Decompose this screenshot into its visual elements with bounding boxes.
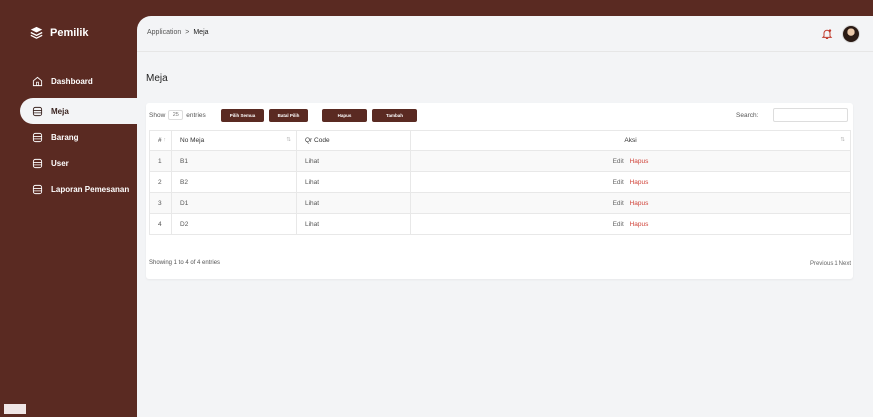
page-1-button[interactable]: 1 xyxy=(834,261,837,267)
meja-table: # ↑ No Meja ⇅ Qr Code Aksi ⇅ 1 B1 Lihat … xyxy=(149,130,851,235)
cell-aksi: Edit Hapus xyxy=(410,150,851,172)
previous-button[interactable]: Previous xyxy=(810,261,833,267)
page-length-control: Show 25 entries xyxy=(149,110,206,120)
page-title: Meja xyxy=(146,73,168,84)
main-content: Application > Meja Meja Show 25 entries … xyxy=(137,16,873,417)
entries-label: entries xyxy=(186,111,206,119)
cell-qr-link[interactable]: Lihat xyxy=(296,192,411,214)
column-header-no-meja[interactable]: No Meja ⇅ xyxy=(171,130,297,151)
entries-select[interactable]: 25 xyxy=(168,110,184,120)
table-card: Show 25 entries Pilih Semua Batal Pilih … xyxy=(146,103,853,279)
table-row: 3 D1 Lihat Edit Hapus xyxy=(149,192,851,214)
table-row: 4 D2 Lihat Edit Hapus xyxy=(149,213,851,235)
sort-asc-icon: ↑ xyxy=(163,137,166,143)
cell-number: 1 xyxy=(149,150,172,172)
breadcrumb: Application > Meja xyxy=(147,29,209,36)
table-header-row: # ↑ No Meja ⇅ Qr Code Aksi ⇅ xyxy=(149,130,851,151)
cell-no-meja: D1 xyxy=(171,192,297,214)
database-icon xyxy=(32,184,43,194)
edit-link[interactable]: Edit xyxy=(613,179,624,186)
sidebar-item-dashboard[interactable]: Dashboard xyxy=(0,68,137,94)
sidebar-item-label: User xyxy=(51,158,69,168)
sidebar-item-barang[interactable]: Barang xyxy=(0,124,137,150)
hapus-link[interactable]: Hapus xyxy=(630,179,649,186)
batal-pilih-button[interactable]: Batal Pilih xyxy=(269,109,308,122)
table-row: 1 B1 Lihat Edit Hapus xyxy=(149,150,851,172)
table-row: 2 B2 Lihat Edit Hapus xyxy=(149,171,851,193)
cell-number: 2 xyxy=(149,171,172,193)
top-strip xyxy=(0,0,873,10)
corner-badge xyxy=(4,404,26,414)
sidebar-item-meja[interactable]: Meja xyxy=(20,98,137,124)
column-header-number[interactable]: # ↑ xyxy=(149,130,172,151)
pilih-semua-button[interactable]: Pilih Semua xyxy=(221,109,264,122)
edit-link[interactable]: Edit xyxy=(613,221,624,228)
hapus-button[interactable]: Hapus xyxy=(322,109,367,122)
column-label: Aksi xyxy=(624,137,637,144)
sort-icon: ⇅ xyxy=(840,137,845,143)
cell-number: 3 xyxy=(149,192,172,214)
home-icon xyxy=(32,76,43,86)
cell-no-meja: B2 xyxy=(171,171,297,193)
sidebar-item-label: Dashboard xyxy=(51,76,93,86)
database-icon xyxy=(32,158,43,168)
show-label: Show xyxy=(149,111,166,119)
cell-number: 4 xyxy=(149,213,172,235)
sidebar-nav: Dashboard Meja Barang User Laporan Pemes… xyxy=(0,68,137,202)
database-icon xyxy=(32,106,43,116)
table-controls: Show 25 entries Pilih Semua Batal Pilih … xyxy=(146,103,853,129)
hapus-link[interactable]: Hapus xyxy=(630,221,649,228)
cell-aksi: Edit Hapus xyxy=(410,213,851,235)
next-button[interactable]: Next xyxy=(839,261,851,267)
hapus-link[interactable]: Hapus xyxy=(630,158,649,165)
cell-qr-link[interactable]: Lihat xyxy=(296,213,411,235)
bell-icon[interactable] xyxy=(821,28,833,40)
breadcrumb-separator: > xyxy=(185,29,190,36)
tambah-button[interactable]: Tambah xyxy=(372,109,417,122)
sidebar-item-user[interactable]: User xyxy=(0,150,137,176)
column-label: Qr Code xyxy=(305,137,330,144)
sidebar: Pemilik Dashboard Meja Barang User Lapor… xyxy=(0,10,137,417)
cell-no-meja: B1 xyxy=(171,150,297,172)
breadcrumb-current: Meja xyxy=(193,29,209,36)
sidebar-item-label: Meja xyxy=(51,106,69,116)
top-header: Application > Meja xyxy=(137,16,873,52)
column-label: # xyxy=(158,137,162,144)
edit-link[interactable]: Edit xyxy=(613,158,624,165)
brand[interactable]: Pemilik xyxy=(30,26,89,39)
hapus-link[interactable]: Hapus xyxy=(630,200,649,207)
sort-icon: ⇅ xyxy=(286,137,291,143)
search-label: Search: xyxy=(736,112,759,119)
database-icon xyxy=(32,132,43,142)
sidebar-item-label: Laporan Pemesanan xyxy=(51,184,130,194)
avatar[interactable] xyxy=(842,25,860,43)
column-header-aksi[interactable]: Aksi ⇅ xyxy=(410,130,851,151)
column-label: No Meja xyxy=(180,137,205,144)
search-input[interactable] xyxy=(773,108,848,122)
cell-aksi: Edit Hapus xyxy=(410,171,851,193)
sidebar-item-laporan-pemesanan[interactable]: Laporan Pemesanan xyxy=(0,176,137,202)
cell-qr-link[interactable]: Lihat xyxy=(296,150,411,172)
cell-qr-link[interactable]: Lihat xyxy=(296,171,411,193)
cell-no-meja: D2 xyxy=(171,213,297,235)
brand-name: Pemilik xyxy=(50,26,89,39)
column-header-qr-code[interactable]: Qr Code xyxy=(296,130,411,151)
pagination: Previous 1 Next xyxy=(810,261,851,267)
edit-link[interactable]: Edit xyxy=(613,200,624,207)
cell-aksi: Edit Hapus xyxy=(410,192,851,214)
sidebar-item-label: Barang xyxy=(51,132,79,142)
layers-icon xyxy=(30,26,43,39)
breadcrumb-root[interactable]: Application xyxy=(147,29,181,36)
table-info: Showing 1 to 4 of 4 entries xyxy=(149,260,221,266)
